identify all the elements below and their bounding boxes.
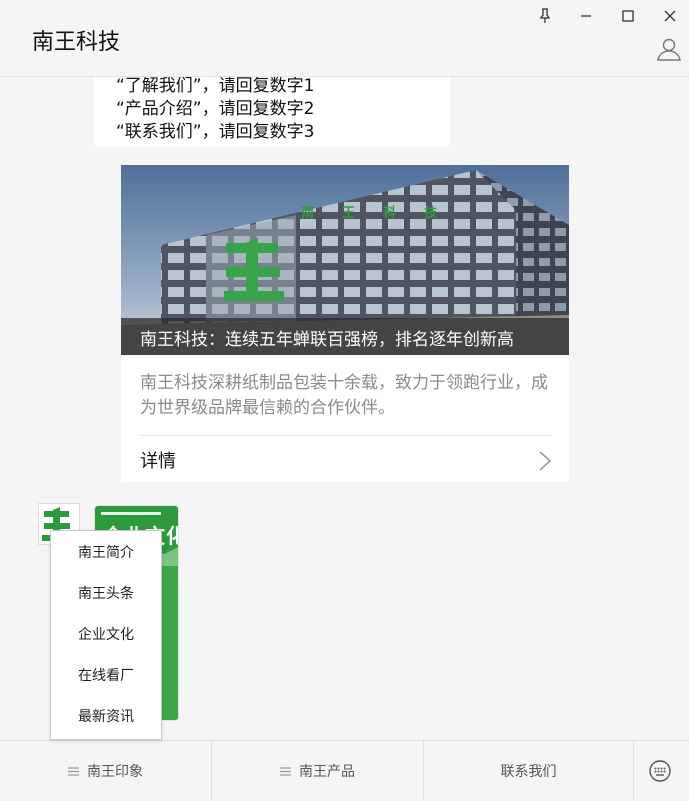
article-description: 南王科技深耕纸制品包装十余载，致力于领跑行业，成为世界级品牌最信赖的合作伙伴。: [140, 373, 548, 418]
message-line: “了解我们”，请回复数字1: [116, 77, 315, 96]
tab-nanwang-products[interactable]: 南王产品: [212, 741, 424, 801]
user-profile-icon[interactable]: [656, 36, 682, 62]
tab-label: 南王产品: [299, 764, 355, 780]
title-bar: 南王科技: [0, 0, 689, 77]
tab-nanwang-impression[interactable]: 南王印象: [0, 741, 212, 801]
divider: [140, 435, 551, 436]
chat-title: 南王科技: [32, 30, 121, 55]
menu-item-corporate-culture[interactable]: 企业文化: [51, 613, 161, 654]
tab-label: 南王印象: [87, 764, 143, 780]
tab-contact-us[interactable]: 联系我们: [424, 741, 634, 801]
menu-icon: [68, 766, 79, 776]
building-sign-text: 南王科技: [301, 205, 465, 221]
pin-button[interactable]: [533, 4, 557, 28]
article-detail-link[interactable]: 详情: [140, 447, 176, 473]
text-message-bubble: “了解我们”，请回复数字1 “产品介绍”，请回复数字2 “联系我们”，请回复数字…: [94, 77, 450, 147]
tab-label: 联系我们: [500, 764, 557, 780]
bottom-menu-bar: 南王印象 南王产品 联系我们: [0, 740, 689, 801]
maximize-icon: [622, 10, 634, 22]
article-card[interactable]: 南王科技 南王科技：连续五年蝉联百强榜，排名逐年创新高 南王科技深耕纸制品包装十…: [121, 165, 569, 482]
menu-item-nanwang-headlines[interactable]: 南王头条: [51, 572, 161, 613]
maximize-button[interactable]: [616, 4, 640, 28]
menu-popup: 南王简介 南王头条 企业文化 在线看厂 最新资讯: [50, 530, 162, 740]
menu-item-online-factory-tour[interactable]: 在线看厂: [51, 654, 161, 695]
menu-icon: [280, 766, 291, 776]
chevron-right-icon: [539, 451, 552, 471]
message-line: “产品介绍”，请回复数字2: [116, 99, 315, 119]
close-button[interactable]: [658, 4, 682, 28]
minimize-button[interactable]: [574, 4, 598, 28]
close-icon: [664, 10, 676, 22]
message-line: “联系我们”，请回复数字3: [116, 122, 315, 142]
pin-icon: [539, 8, 551, 23]
menu-item-nanwang-intro[interactable]: 南王简介: [51, 531, 161, 572]
article-title: 南王科技：连续五年蝉联百强榜，排名逐年创新高: [121, 318, 569, 355]
minimize-icon: [581, 15, 591, 17]
keyboard-icon[interactable]: [648, 759, 672, 783]
menu-item-latest-news[interactable]: 最新资讯: [51, 695, 161, 736]
